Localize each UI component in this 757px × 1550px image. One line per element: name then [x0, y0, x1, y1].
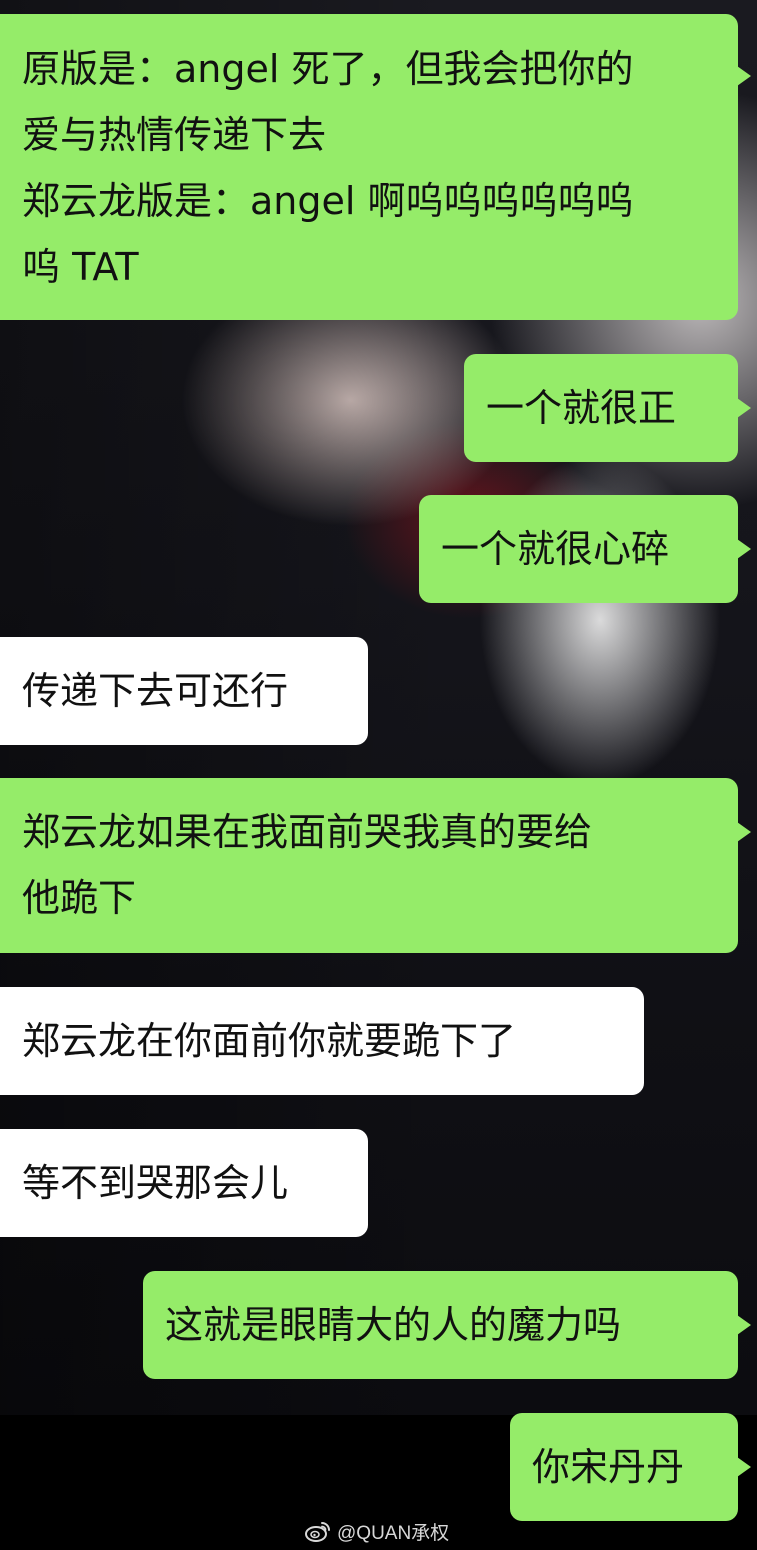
message-text-line: 他跪下 — [22, 876, 137, 920]
message-text-line: 这就是眼睛大的人的魔力吗 — [165, 1303, 622, 1347]
message-bubble-sent[interactable]: 你宋丹丹 — [510, 1413, 751, 1521]
message-text-line: 一个就很正 — [486, 386, 677, 430]
bubble-tail — [737, 66, 751, 86]
weibo-watermark: @QUAN承权 — [305, 1518, 449, 1544]
message-bubble-received[interactable]: 传递下去可还行 — [0, 637, 368, 745]
message-text-line: 郑云龙版是：angel 啊呜呜呜呜呜呜 — [22, 179, 634, 223]
message-text-line: 爱与热情传递下去 — [22, 113, 327, 157]
bubble-tail — [737, 398, 751, 418]
message-bubble-sent[interactable]: 这就是眼睛大的人的魔力吗 — [143, 1271, 751, 1379]
message-bubble-received[interactable]: 等不到哭那会儿 — [0, 1129, 368, 1237]
message-text-line: 郑云龙在你面前你就要跪下了 — [22, 1019, 517, 1063]
message-text-line: 呜 TAT — [22, 245, 139, 289]
weibo-logo-icon — [305, 1522, 330, 1542]
chat-screen: 原版是：angel 死了，但我会把你的 爱与热情传递下去 郑云龙版是：angel… — [0, 0, 757, 1550]
bubble-tail — [737, 1315, 751, 1335]
bubble-tail — [737, 822, 751, 842]
message-text-line: 郑云龙如果在我面前哭我真的要给 — [22, 810, 593, 854]
message-bubble-sent[interactable]: 原版是：angel 死了，但我会把你的 爱与热情传递下去 郑云龙版是：angel… — [0, 14, 751, 320]
bubble-tail — [737, 539, 751, 559]
message-text-line: 原版是：angel 死了，但我会把你的 — [22, 47, 634, 91]
message-bubble-sent[interactable]: 一个就很心碎 — [419, 495, 751, 603]
message-bubble-sent[interactable]: 郑云龙如果在我面前哭我真的要给 他跪下 — [0, 778, 751, 953]
message-text-line: 一个就很心碎 — [441, 527, 670, 571]
message-text-line: 传递下去可还行 — [22, 669, 289, 713]
watermark-text: @QUAN承权 — [337, 1522, 450, 1544]
message-bubble-sent[interactable]: 一个就很正 — [464, 354, 751, 462]
bubble-tail — [737, 1457, 751, 1477]
message-text-line: 你宋丹丹 — [532, 1445, 685, 1489]
message-bubble-received[interactable]: 郑云龙在你面前你就要跪下了 — [0, 987, 644, 1095]
message-text-line: 等不到哭那会儿 — [22, 1161, 289, 1205]
